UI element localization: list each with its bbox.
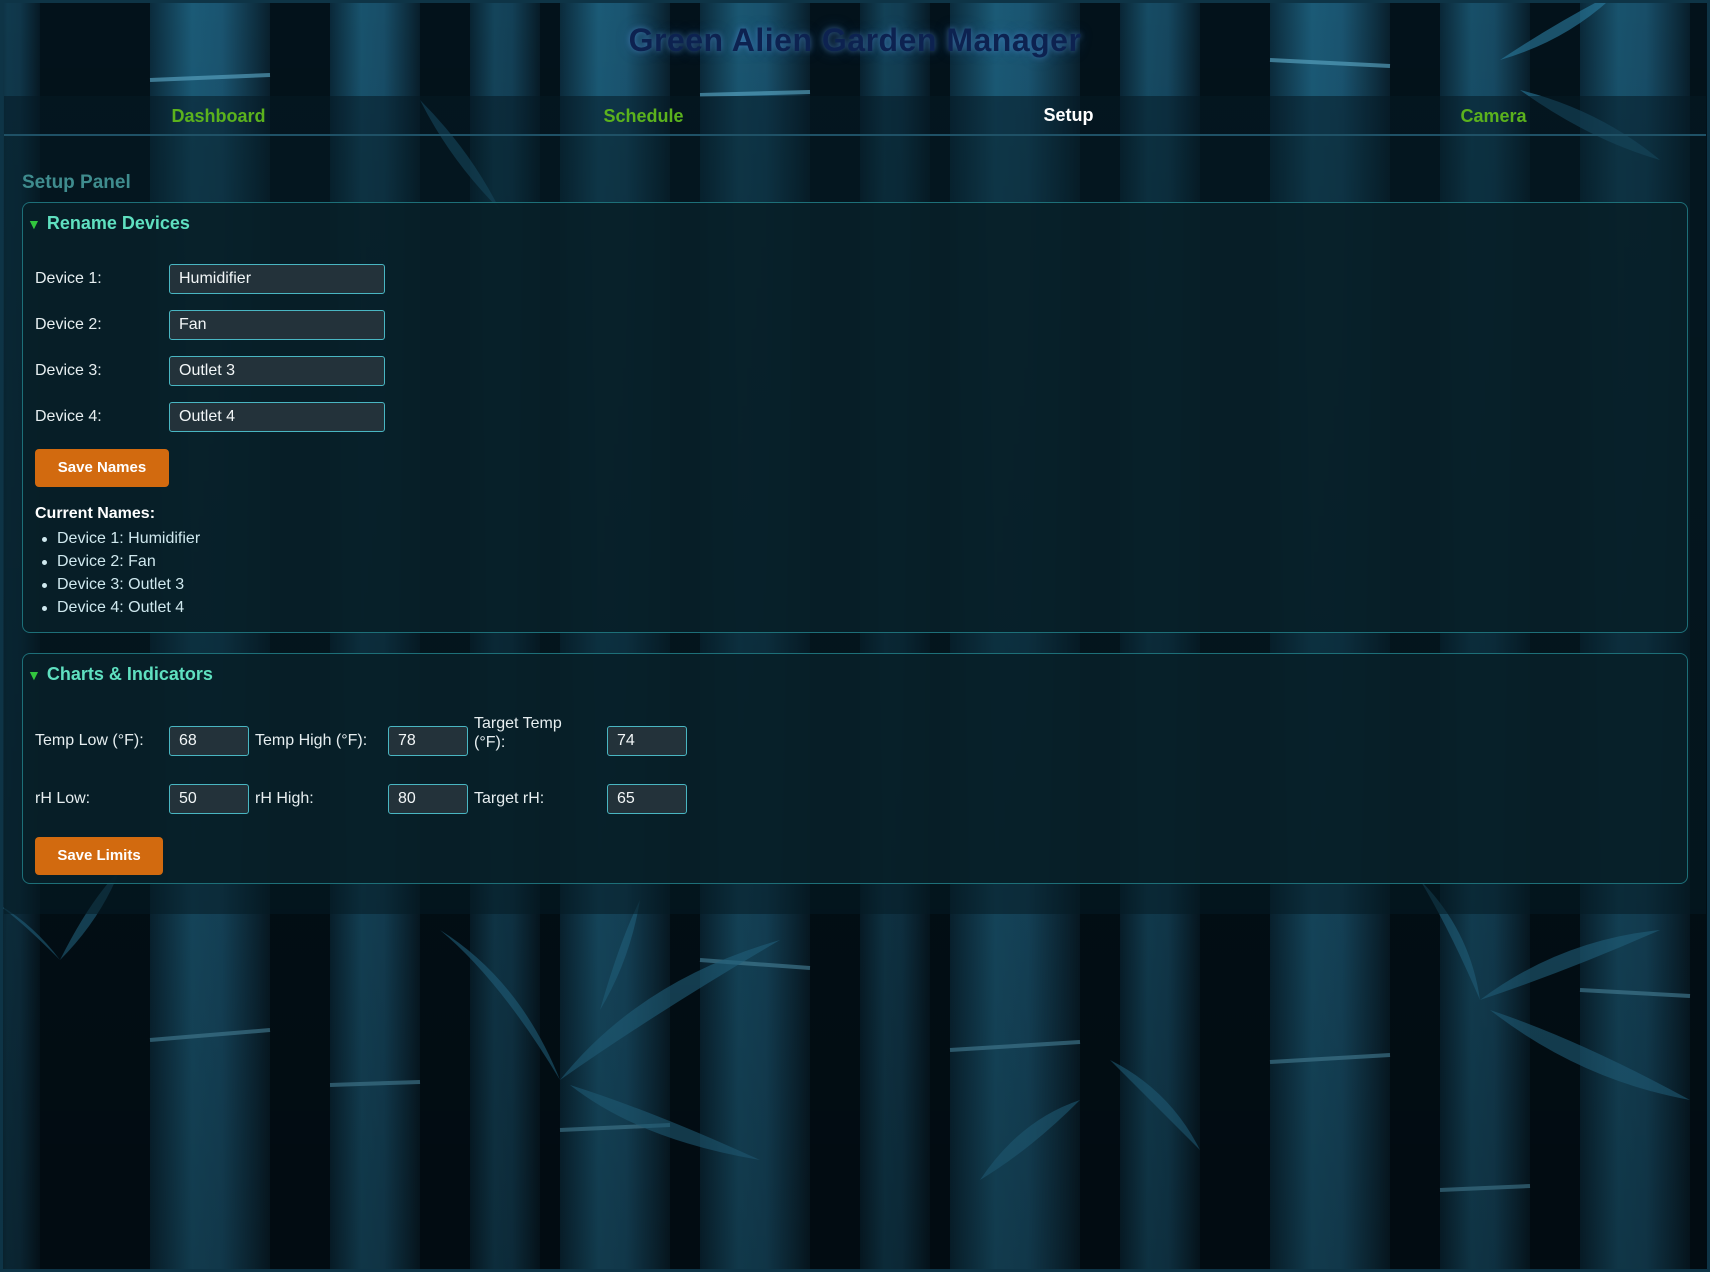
device-3-input[interactable] bbox=[169, 356, 385, 386]
temp-low-input[interactable] bbox=[169, 726, 249, 756]
device-4-label: Device 4: bbox=[35, 408, 102, 425]
charts-indicators-section: ▼ Charts & Indicators Temp Low (°F): Temp… bbox=[22, 653, 1688, 884]
rh-high-input[interactable] bbox=[388, 784, 468, 814]
nav-bar: Dashboard Schedule Setup Camera bbox=[4, 96, 1706, 136]
tab-camera[interactable]: Camera bbox=[1281, 106, 1706, 127]
device-1-input[interactable] bbox=[169, 264, 385, 294]
triangle-down-icon: ▼ bbox=[27, 667, 41, 683]
temp-high-input[interactable] bbox=[388, 726, 468, 756]
save-names-button[interactable]: Save Names bbox=[35, 449, 169, 487]
rh-low-label: rH Low: bbox=[35, 790, 91, 807]
device-2-label: Device 2: bbox=[35, 316, 102, 333]
target-temp-input[interactable] bbox=[607, 726, 687, 756]
app-title: Green Alien Garden Manager bbox=[628, 22, 1082, 58]
list-item: Device 2: Fan bbox=[35, 550, 200, 573]
temp-high-label: Temp High (°F): bbox=[255, 732, 368, 749]
rename-devices-heading: Rename Devices bbox=[46, 213, 190, 233]
charts-indicators-toggle[interactable]: ▼ Charts & Indicators bbox=[27, 664, 213, 685]
rh-low-input[interactable] bbox=[169, 784, 249, 814]
rh-high-label: rH High: bbox=[255, 790, 314, 807]
list-item: Device 4: Outlet 4 bbox=[35, 596, 200, 619]
temp-low-label: Temp Low (°F): bbox=[35, 732, 144, 749]
triangle-down-icon: ▼ bbox=[27, 216, 41, 232]
list-item: Device 1: Humidifier bbox=[35, 527, 200, 550]
target-temp-label-line2: (°F): bbox=[474, 734, 506, 751]
app-root: Green Alien Garden Manager Dashboard Sch… bbox=[0, 0, 1710, 1272]
target-rh-input[interactable] bbox=[607, 784, 687, 814]
target-rh-label: Target rH: bbox=[474, 790, 545, 807]
tab-schedule[interactable]: Schedule bbox=[431, 106, 856, 127]
charts-indicators-heading: Charts & Indicators bbox=[46, 664, 213, 684]
target-temp-label-line1: Target Temp bbox=[474, 715, 562, 732]
current-names-list: Device 1: Humidifier Device 2: Fan Devic… bbox=[35, 527, 200, 619]
save-limits-button[interactable]: Save Limits bbox=[35, 837, 163, 875]
tab-dashboard[interactable]: Dashboard bbox=[6, 106, 431, 127]
panel-title: Setup Panel bbox=[22, 172, 131, 193]
current-names-title: Current Names: bbox=[35, 505, 156, 522]
rename-devices-section: ▼ Rename Devices Device 1: Device 2: Devi… bbox=[22, 202, 1688, 633]
device-3-label: Device 3: bbox=[35, 362, 102, 379]
tab-setup[interactable]: Setup bbox=[856, 105, 1281, 126]
device-1-label: Device 1: bbox=[35, 270, 102, 287]
list-item: Device 3: Outlet 3 bbox=[35, 573, 200, 596]
device-2-input[interactable] bbox=[169, 310, 385, 340]
rename-devices-toggle[interactable]: ▼ Rename Devices bbox=[27, 213, 190, 234]
device-4-input[interactable] bbox=[169, 402, 385, 432]
